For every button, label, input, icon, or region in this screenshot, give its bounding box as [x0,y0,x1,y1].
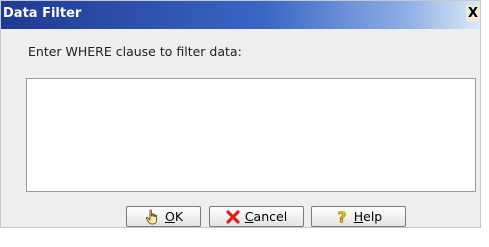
close-icon[interactable]: X [466,5,480,22]
ok-label: OK [164,209,184,224]
red-x-icon [226,209,240,224]
ok-button[interactable]: OK [126,206,201,227]
data-filter-dialog: Data Filter X Enter WHERE clause to filt… [0,0,481,228]
where-clause-label: Enter WHERE clause to filter data: [28,44,242,59]
cancel-label: Cancel [244,209,288,224]
where-clause-input[interactable] [26,78,476,192]
question-mark-icon: ? [335,209,349,225]
help-label: Help [353,209,383,224]
cancel-button[interactable]: Cancel [209,206,304,227]
help-button[interactable]: ? Help [311,206,406,227]
hand-pointer-icon [144,208,160,225]
svg-text:?: ? [337,209,346,225]
dialog-title: Data Filter [3,6,82,21]
title-bar[interactable]: Data Filter X [1,1,480,29]
